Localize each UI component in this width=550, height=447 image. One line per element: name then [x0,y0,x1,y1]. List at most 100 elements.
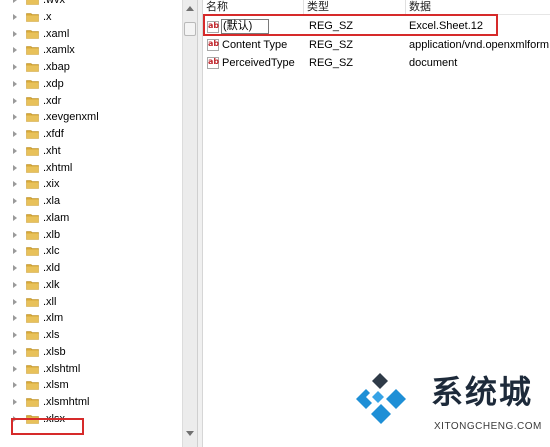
tree-item[interactable]: .xht [0,143,182,160]
folder-icon [26,63,39,72]
column-separator[interactable] [405,0,406,14]
scroll-down-arrow-icon[interactable] [186,431,194,436]
value-name[interactable]: Content Type [222,39,287,52]
expand-arrow-icon[interactable] [13,198,17,204]
expand-arrow-icon[interactable] [13,181,17,188]
expand-arrow-icon[interactable] [13,248,17,255]
expand-arrow-icon[interactable] [13,231,17,238]
tree-item-label: .wvx [43,0,65,6]
expand-arrow-icon[interactable] [13,30,17,37]
folder-icon [26,314,39,324]
expand-arrow-icon[interactable] [13,0,17,3]
tree-item-label: .xlsb [43,345,66,358]
folder-icon [26,213,39,223]
tree-item[interactable]: .x [0,9,182,26]
expand-arrow-icon[interactable] [13,97,17,104]
tree-item[interactable]: .xlam [0,210,182,227]
folder-icon [26,247,39,257]
expand-arrow-icon[interactable] [13,265,17,271]
expand-arrow-icon[interactable] [13,365,17,372]
tree-item[interactable]: .xld [0,260,182,277]
tree-item[interactable]: .xlshtml [0,361,182,378]
tree-item[interactable]: .xbap [0,59,182,76]
folder-icon [26,197,39,206]
tree-item[interactable]: .xll [0,294,182,311]
tree-item-label: .x [43,10,52,23]
value-row-content-type[interactable]: ab Content Type REG_SZ application/vnd.o… [203,37,550,54]
column-headers: 名称 类型 数据 [203,0,550,15]
folder-icon [26,46,39,56]
column-header-type[interactable]: 类型 [307,1,329,13]
xlsx-highlight-box [11,418,84,435]
folder-icon [26,364,39,374]
expand-arrow-icon[interactable] [13,114,17,121]
folder-icon [26,113,39,123]
tree-item-label: .xht [43,144,61,157]
tree-item[interactable]: .wvx [0,0,182,9]
tree-item-label: .xla [43,195,61,207]
string-value-icon: ab [207,39,219,51]
tree-item-label: .xhtml [43,161,73,174]
expand-arrow-icon[interactable] [13,164,17,171]
tree-item[interactable]: .xlm [0,310,182,327]
expand-arrow-icon[interactable] [13,147,17,154]
expand-arrow-icon[interactable] [13,13,17,20]
tree-item[interactable]: .xdp [0,76,182,93]
tree-item-label: .xll [43,295,57,308]
value-name[interactable]: PerceivedType [222,57,295,70]
tree-item[interactable]: .xls [0,327,182,344]
expand-arrow-icon[interactable] [13,399,17,405]
value-type: REG_SZ [309,39,354,51]
tree-item-label: .xlm [43,312,64,325]
expand-arrow-icon[interactable] [13,131,17,137]
tree-vertical-scrollbar[interactable] [182,0,198,447]
scrollbar-thumb[interactable] [184,22,196,36]
tree-item-label: .xaml [43,27,70,40]
watermark-title: 系统城 [431,373,534,411]
tree-item[interactable]: .xfdf [0,126,182,143]
tree-item-label: .xdp [43,77,64,90]
scroll-up-arrow-icon[interactable] [186,6,194,11]
registry-tree-pane[interactable]: .wvx .x .xaml .xamlx .xbap .xdp .xdr .xevgenxml… [0,0,182,447]
tree-item[interactable]: .xlc [0,243,182,260]
tree-item[interactable]: .xaml [0,26,182,43]
expand-arrow-icon[interactable] [13,281,17,288]
tree-item[interactable]: .xix [0,176,182,193]
folder-icon [26,163,39,173]
column-header-data[interactable]: 数据 [409,1,431,13]
expand-arrow-icon[interactable] [13,315,17,322]
tree-item[interactable]: .xlsb [0,344,182,361]
expand-arrow-icon[interactable] [13,80,17,87]
column-header-name[interactable]: 名称 [206,1,228,13]
tree-item[interactable]: .xlsm [0,377,182,394]
expand-arrow-icon[interactable] [13,332,17,338]
expand-arrow-icon[interactable] [13,64,17,70]
value-data: document [409,57,458,69]
tree-item[interactable]: .xamlx [0,42,182,59]
value-row-perceived-type[interactable]: ab PerceivedType REG_SZ document [203,55,550,72]
tree-item[interactable]: .xlk [0,277,182,294]
tree-item-label: .xld [43,262,61,274]
tree-item[interactable]: .xlsmhtml [0,394,182,411]
column-separator[interactable] [303,0,304,14]
tree-item[interactable]: .xevgenxml [0,109,182,126]
tree-item-label: .xdr [43,94,62,107]
expand-arrow-icon[interactable] [13,348,17,355]
tree-item-label: .xlb [43,228,61,241]
expand-arrow-icon[interactable] [13,47,17,54]
folder-icon [26,331,39,340]
tree-item[interactable]: .xlb [0,227,182,244]
expand-arrow-icon[interactable] [13,298,17,305]
tree-item[interactable]: .xhtml [0,160,182,177]
tree-item[interactable]: .xla [0,193,182,210]
expand-arrow-icon[interactable] [13,214,17,221]
tree-item-label: .xbap [43,61,70,73]
folder-icon [26,264,39,273]
folder-icon [26,230,39,240]
tree-item[interactable]: .xdr [0,93,182,110]
registry-tree[interactable]: .wvx .x .xaml .xamlx .xbap .xdp .xdr .xevgenxml… [0,0,182,428]
folder-icon [26,398,39,407]
folder-icon [26,29,39,39]
folder-icon [26,381,39,391]
expand-arrow-icon[interactable] [13,382,17,389]
